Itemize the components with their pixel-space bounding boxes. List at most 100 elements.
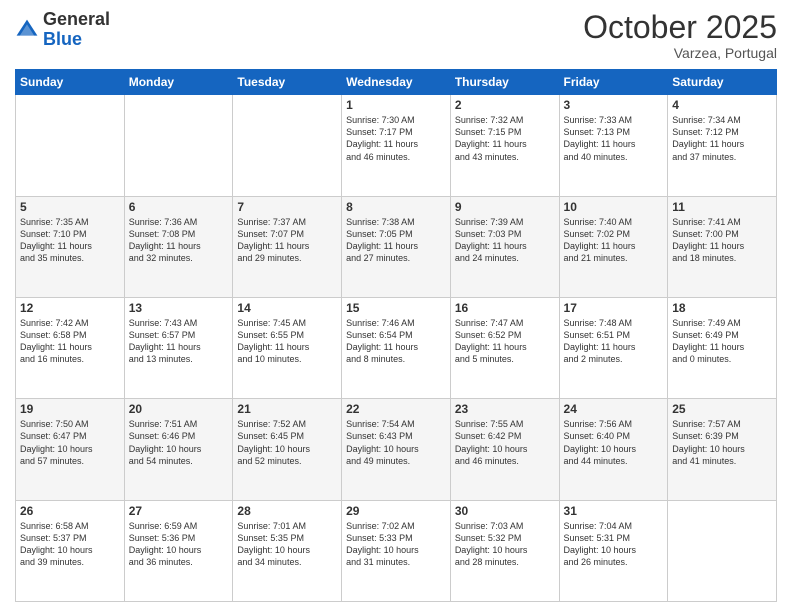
calendar-cell-w1d2: 7 Sunrise: 7:37 AM Sunset: 7:07 PM Daylig… bbox=[233, 196, 342, 297]
logo: General Blue bbox=[15, 10, 110, 50]
calendar-cell-w3d0: 19Sunrise: 7:50 AM Sunset: 6:47 PM Dayli… bbox=[16, 399, 125, 500]
calendar-cell-w1d1: 6 Sunrise: 7:36 AM Sunset: 7:08 PM Daylig… bbox=[124, 196, 233, 297]
calendar-cell-w2d3: 15 Sunrise: 7:46 AM Sunset: 6:54 PM Dayli… bbox=[342, 297, 451, 398]
title-block: October 2025 Varzea, Portugal bbox=[583, 10, 777, 61]
day-info: Sunrise: 7:50 AM Sunset: 6:47 PM Dayligh… bbox=[20, 418, 120, 467]
col-tuesday: Tuesday bbox=[233, 70, 342, 95]
calendar-cell-w4d6 bbox=[668, 500, 777, 601]
day-info: Sunrise: 7:55 AM Sunset: 6:42 PM Dayligh… bbox=[455, 418, 555, 467]
day-number: 29 bbox=[346, 504, 446, 518]
day-info: Sunrise: 7:32 AM Sunset: 7:15 PM Dayligh… bbox=[455, 114, 555, 163]
day-info: Sunrise: 7:40 AM Sunset: 7:02 PM Dayligh… bbox=[564, 216, 664, 265]
day-number: 24 bbox=[564, 402, 664, 416]
calendar-cell-w1d5: 10Sunrise: 7:40 AM Sunset: 7:02 PM Dayli… bbox=[559, 196, 668, 297]
calendar-cell-w3d3: 22 Sunrise: 7:54 AM Sunset: 6:43 PM Dayli… bbox=[342, 399, 451, 500]
calendar-cell-w4d2: 28 Sunrise: 7:01 AM Sunset: 5:35 PM Dayli… bbox=[233, 500, 342, 601]
day-number: 30 bbox=[455, 504, 555, 518]
day-info: Sunrise: 7:37 AM Sunset: 7:07 PM Dayligh… bbox=[237, 216, 337, 265]
calendar-cell-w4d0: 26Sunrise: 6:58 AM Sunset: 5:37 PM Dayli… bbox=[16, 500, 125, 601]
day-number: 3 bbox=[564, 98, 664, 112]
day-info: Sunrise: 7:03 AM Sunset: 5:32 PM Dayligh… bbox=[455, 520, 555, 569]
day-number: 31 bbox=[564, 504, 664, 518]
day-number: 1 bbox=[346, 98, 446, 112]
day-info: Sunrise: 6:59 AM Sunset: 5:36 PM Dayligh… bbox=[129, 520, 229, 569]
day-info: Sunrise: 7:41 AM Sunset: 7:00 PM Dayligh… bbox=[672, 216, 772, 265]
day-info: Sunrise: 7:35 AM Sunset: 7:10 PM Dayligh… bbox=[20, 216, 120, 265]
day-number: 4 bbox=[672, 98, 772, 112]
day-number: 27 bbox=[129, 504, 229, 518]
day-info: Sunrise: 7:46 AM Sunset: 6:54 PM Dayligh… bbox=[346, 317, 446, 366]
day-info: Sunrise: 7:52 AM Sunset: 6:45 PM Dayligh… bbox=[237, 418, 337, 467]
day-info: Sunrise: 7:54 AM Sunset: 6:43 PM Dayligh… bbox=[346, 418, 446, 467]
day-number: 5 bbox=[20, 200, 120, 214]
day-number: 16 bbox=[455, 301, 555, 315]
calendar-header-row: Sunday Monday Tuesday Wednesday Thursday… bbox=[16, 70, 777, 95]
calendar-week-row-0: 1 Sunrise: 7:30 AM Sunset: 7:17 PM Daylig… bbox=[16, 95, 777, 196]
day-number: 12 bbox=[20, 301, 120, 315]
day-info: Sunrise: 7:36 AM Sunset: 7:08 PM Dayligh… bbox=[129, 216, 229, 265]
page: General Blue October 2025 Varzea, Portug… bbox=[0, 0, 792, 612]
day-info: Sunrise: 7:01 AM Sunset: 5:35 PM Dayligh… bbox=[237, 520, 337, 569]
calendar-table: Sunday Monday Tuesday Wednesday Thursday… bbox=[15, 69, 777, 602]
day-number: 14 bbox=[237, 301, 337, 315]
calendar-cell-w4d5: 31 Sunrise: 7:04 AM Sunset: 5:31 PM Dayli… bbox=[559, 500, 668, 601]
calendar-cell-w2d2: 14 Sunrise: 7:45 AM Sunset: 6:55 PM Dayli… bbox=[233, 297, 342, 398]
day-number: 21 bbox=[237, 402, 337, 416]
calendar-cell-w0d5: 3 Sunrise: 7:33 AM Sunset: 7:13 PM Daylig… bbox=[559, 95, 668, 196]
day-number: 8 bbox=[346, 200, 446, 214]
day-info: Sunrise: 7:39 AM Sunset: 7:03 PM Dayligh… bbox=[455, 216, 555, 265]
col-friday: Friday bbox=[559, 70, 668, 95]
day-number: 13 bbox=[129, 301, 229, 315]
day-info: Sunrise: 7:02 AM Sunset: 5:33 PM Dayligh… bbox=[346, 520, 446, 569]
day-number: 7 bbox=[237, 200, 337, 214]
day-info: Sunrise: 7:48 AM Sunset: 6:51 PM Dayligh… bbox=[564, 317, 664, 366]
calendar-cell-w1d3: 8 Sunrise: 7:38 AM Sunset: 7:05 PM Daylig… bbox=[342, 196, 451, 297]
day-number: 15 bbox=[346, 301, 446, 315]
day-info: Sunrise: 7:47 AM Sunset: 6:52 PM Dayligh… bbox=[455, 317, 555, 366]
day-number: 17 bbox=[564, 301, 664, 315]
day-number: 6 bbox=[129, 200, 229, 214]
day-info: Sunrise: 7:30 AM Sunset: 7:17 PM Dayligh… bbox=[346, 114, 446, 163]
day-number: 23 bbox=[455, 402, 555, 416]
day-info: Sunrise: 7:49 AM Sunset: 6:49 PM Dayligh… bbox=[672, 317, 772, 366]
calendar-cell-w3d1: 20Sunrise: 7:51 AM Sunset: 6:46 PM Dayli… bbox=[124, 399, 233, 500]
day-info: Sunrise: 7:45 AM Sunset: 6:55 PM Dayligh… bbox=[237, 317, 337, 366]
calendar-cell-w2d5: 17 Sunrise: 7:48 AM Sunset: 6:51 PM Dayli… bbox=[559, 297, 668, 398]
day-number: 28 bbox=[237, 504, 337, 518]
day-info: Sunrise: 7:38 AM Sunset: 7:05 PM Dayligh… bbox=[346, 216, 446, 265]
day-number: 25 bbox=[672, 402, 772, 416]
calendar-cell-w2d4: 16 Sunrise: 7:47 AM Sunset: 6:52 PM Dayli… bbox=[450, 297, 559, 398]
day-info: Sunrise: 7:57 AM Sunset: 6:39 PM Dayligh… bbox=[672, 418, 772, 467]
calendar-week-row-2: 12 Sunrise: 7:42 AM Sunset: 6:58 PM Dayli… bbox=[16, 297, 777, 398]
col-wednesday: Wednesday bbox=[342, 70, 451, 95]
col-monday: Monday bbox=[124, 70, 233, 95]
calendar-cell-w1d6: 11 Sunrise: 7:41 AM Sunset: 7:00 PM Dayli… bbox=[668, 196, 777, 297]
day-info: Sunrise: 7:56 AM Sunset: 6:40 PM Dayligh… bbox=[564, 418, 664, 467]
calendar-cell-w2d1: 13 Sunrise: 7:43 AM Sunset: 6:57 PM Dayli… bbox=[124, 297, 233, 398]
calendar-cell-w3d2: 21 Sunrise: 7:52 AM Sunset: 6:45 PM Dayli… bbox=[233, 399, 342, 500]
calendar-week-row-4: 26Sunrise: 6:58 AM Sunset: 5:37 PM Dayli… bbox=[16, 500, 777, 601]
calendar-cell-w4d3: 29 Sunrise: 7:02 AM Sunset: 5:33 PM Dayli… bbox=[342, 500, 451, 601]
day-info: Sunrise: 7:42 AM Sunset: 6:58 PM Dayligh… bbox=[20, 317, 120, 366]
day-number: 11 bbox=[672, 200, 772, 214]
col-thursday: Thursday bbox=[450, 70, 559, 95]
logo-general: General bbox=[43, 9, 110, 29]
month-title: October 2025 bbox=[583, 10, 777, 45]
calendar-cell-w2d6: 18 Sunrise: 7:49 AM Sunset: 6:49 PM Dayli… bbox=[668, 297, 777, 398]
calendar-cell-w4d4: 30 Sunrise: 7:03 AM Sunset: 5:32 PM Dayli… bbox=[450, 500, 559, 601]
day-number: 18 bbox=[672, 301, 772, 315]
day-info: Sunrise: 7:43 AM Sunset: 6:57 PM Dayligh… bbox=[129, 317, 229, 366]
day-number: 2 bbox=[455, 98, 555, 112]
day-info: Sunrise: 7:04 AM Sunset: 5:31 PM Dayligh… bbox=[564, 520, 664, 569]
header: General Blue October 2025 Varzea, Portug… bbox=[15, 10, 777, 61]
day-info: Sunrise: 7:33 AM Sunset: 7:13 PM Dayligh… bbox=[564, 114, 664, 163]
day-number: 22 bbox=[346, 402, 446, 416]
calendar-cell-w0d4: 2 Sunrise: 7:32 AM Sunset: 7:15 PM Daylig… bbox=[450, 95, 559, 196]
calendar-cell-w3d6: 25 Sunrise: 7:57 AM Sunset: 6:39 PM Dayli… bbox=[668, 399, 777, 500]
logo-text: General Blue bbox=[43, 10, 110, 50]
col-saturday: Saturday bbox=[668, 70, 777, 95]
logo-blue: Blue bbox=[43, 29, 82, 49]
day-number: 26 bbox=[20, 504, 120, 518]
day-number: 9 bbox=[455, 200, 555, 214]
day-info: Sunrise: 7:34 AM Sunset: 7:12 PM Dayligh… bbox=[672, 114, 772, 163]
